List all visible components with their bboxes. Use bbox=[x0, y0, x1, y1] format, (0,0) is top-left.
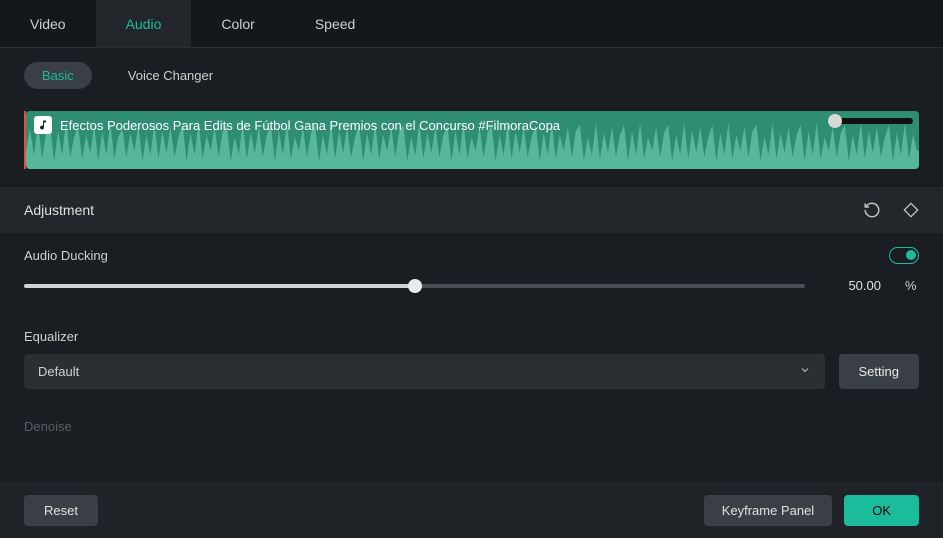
audio-ducking-label: Audio Ducking bbox=[24, 248, 108, 263]
adjustment-header: Adjustment bbox=[0, 187, 943, 233]
equalizer-label: Equalizer bbox=[0, 309, 943, 354]
tab-color[interactable]: Color bbox=[191, 0, 284, 47]
audio-ducking-toggle[interactable] bbox=[889, 247, 919, 264]
keyframe-panel-button[interactable]: Keyframe Panel bbox=[704, 495, 833, 526]
ducking-unit: % bbox=[905, 278, 919, 293]
tab-audio[interactable]: Audio bbox=[96, 0, 192, 47]
ok-button[interactable]: OK bbox=[844, 495, 919, 526]
audio-clip[interactable]: Efectos Poderosos Para Edits de Fútbol G… bbox=[24, 111, 919, 169]
ducking-value[interactable]: 50.00 bbox=[823, 278, 881, 293]
tab-speed[interactable]: Speed bbox=[285, 0, 385, 47]
subtab-basic[interactable]: Basic bbox=[24, 62, 92, 89]
sub-tabs: Basic Voice Changer bbox=[0, 48, 943, 99]
reset-icon[interactable] bbox=[863, 201, 881, 219]
music-icon bbox=[34, 116, 52, 134]
chevron-down-icon bbox=[799, 364, 811, 379]
subtab-voice-changer[interactable]: Voice Changer bbox=[110, 62, 231, 89]
tab-video[interactable]: Video bbox=[0, 0, 96, 47]
equalizer-selected: Default bbox=[38, 364, 79, 379]
ducking-slider-thumb[interactable] bbox=[408, 279, 422, 293]
equalizer-setting-button[interactable]: Setting bbox=[839, 354, 919, 389]
reset-button[interactable]: Reset bbox=[24, 495, 98, 526]
footer: Reset Keyframe Panel OK bbox=[0, 482, 943, 538]
ducking-slider-row: 50.00 % bbox=[0, 272, 943, 309]
clip-volume-slider[interactable] bbox=[831, 118, 913, 124]
denoise-label: Denoise bbox=[0, 407, 943, 434]
audio-ducking-row: Audio Ducking bbox=[0, 233, 943, 272]
equalizer-dropdown[interactable]: Default bbox=[24, 354, 825, 389]
main-tabs: Video Audio Color Speed bbox=[0, 0, 943, 48]
clip-title: Efectos Poderosos Para Edits de Fútbol G… bbox=[60, 118, 560, 133]
ducking-slider[interactable] bbox=[24, 284, 805, 288]
keyframe-diamond-icon[interactable] bbox=[903, 202, 919, 218]
adjustment-title: Adjustment bbox=[24, 202, 94, 218]
